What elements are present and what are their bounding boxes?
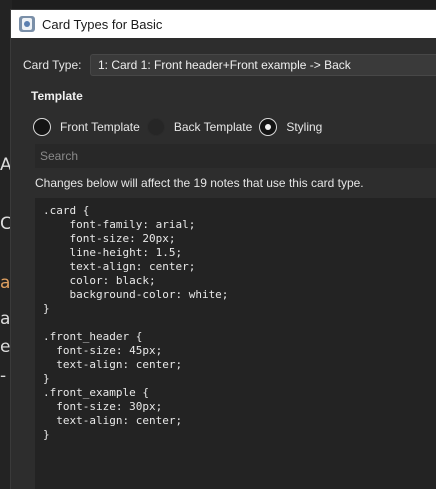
code-line: .front_example { [43, 386, 149, 399]
front-template-radio[interactable]: Front Template [33, 118, 140, 136]
anki-icon [19, 16, 35, 32]
code-line: .front_header { [43, 330, 143, 343]
background-app-text: - [0, 366, 7, 386]
code-line: color: black; [43, 274, 156, 287]
code-line: font-size: 45px; [43, 344, 163, 357]
title-bar[interactable]: Card Types for Basic [11, 10, 436, 38]
background-app-text: a [0, 309, 11, 329]
styling-editor[interactable]: .card { font-family: arial; font-size: 2… [35, 198, 436, 489]
front-template-label: Front Template [60, 120, 140, 134]
card-type-row: Card Type: 1: Card 1: Front header+Front… [23, 53, 436, 77]
code-line: } [43, 428, 50, 441]
code-line: } [43, 372, 50, 385]
code-line: text-align: center; [43, 414, 183, 427]
back-template-label: Back Template [173, 120, 253, 134]
template-heading: Template [31, 89, 83, 103]
window-title: Card Types for Basic [42, 16, 163, 32]
code-line: background-color: white; [43, 288, 229, 301]
back-template-radio[interactable]: Back Template [146, 118, 253, 136]
code-line: line-height: 1.5; [43, 246, 183, 259]
radio-checked-icon[interactable] [259, 118, 278, 136]
code-line: text-align: center; [43, 358, 183, 371]
code-line: .card { [43, 204, 90, 217]
template-radio-group: Front Template Back Template Styling [33, 116, 329, 138]
search-input[interactable] [35, 144, 436, 168]
card-types-dialog: Card Types for Basic Card Type: 1: Card … [10, 9, 436, 489]
code-line: text-align: center; [43, 260, 196, 273]
code-line: font-size: 20px; [43, 232, 176, 245]
card-type-select[interactable]: 1: Card 1: Front header+Front example ->… [90, 54, 436, 76]
code-line: font-size: 30px; [43, 400, 163, 413]
code-line: font-family: arial; [43, 218, 196, 231]
styling-label: Styling [286, 120, 323, 134]
styling-radio[interactable]: Styling [259, 118, 322, 136]
card-type-label: Card Type: [23, 58, 82, 72]
background-app-text: e [0, 337, 11, 357]
background-app-text: a [0, 273, 11, 293]
radio-unchecked-icon[interactable] [33, 118, 51, 136]
radio-unchecked-icon[interactable] [146, 118, 165, 136]
code-line: } [43, 302, 50, 315]
affected-notes-info: Changes below will affect the 19 notes t… [35, 176, 364, 190]
